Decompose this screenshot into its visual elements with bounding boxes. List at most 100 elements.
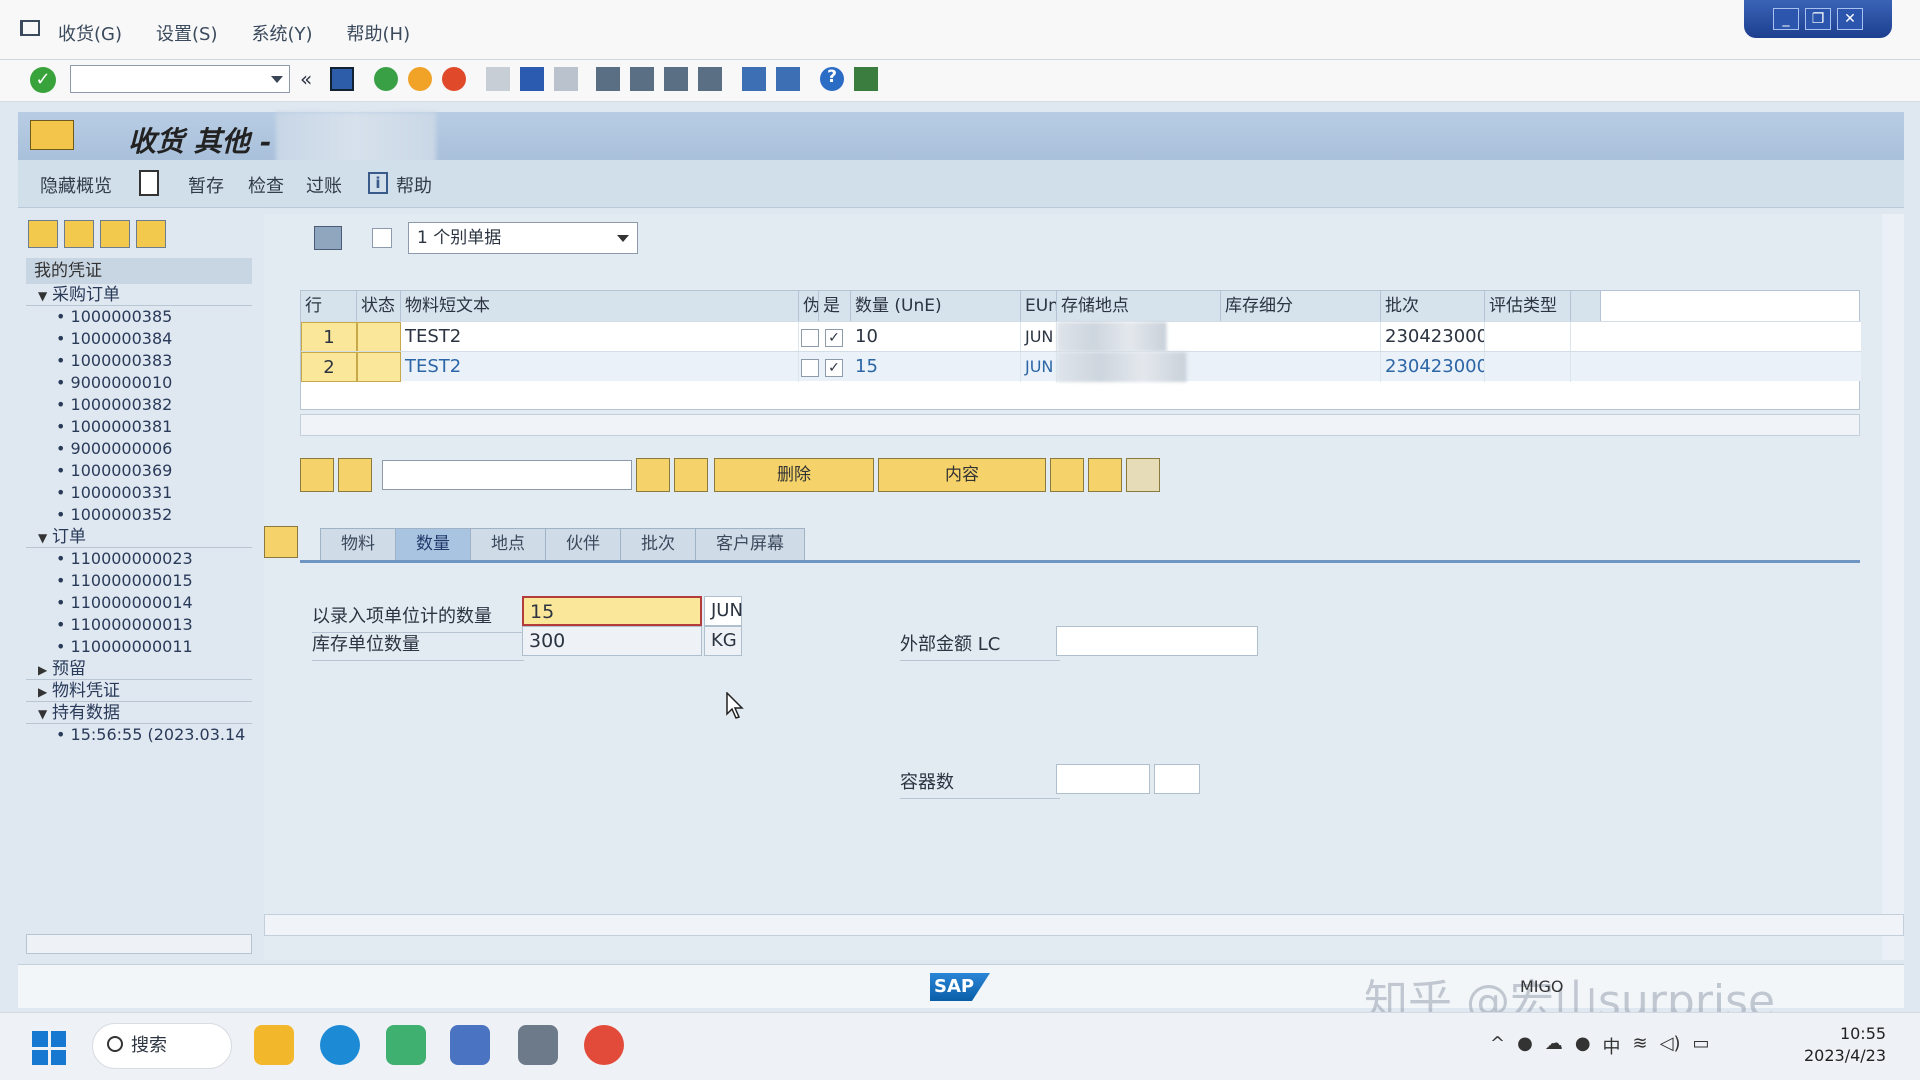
tree-leaf[interactable]: • 1000000382 xyxy=(26,394,252,416)
batch-cell[interactable]: 2304230001 xyxy=(1381,322,1485,352)
enter-check-icon[interactable]: ✓ xyxy=(30,67,56,93)
flag1-checkbox[interactable] xyxy=(801,329,819,347)
item-search-input[interactable] xyxy=(382,460,632,490)
tree-leaf[interactable]: • 15:56:55 (2023.03.14 xyxy=(26,724,252,746)
delete-icon[interactable] xyxy=(100,220,130,248)
previous-page-icon[interactable] xyxy=(630,67,654,91)
chevron-down-icon[interactable] xyxy=(617,235,629,242)
help-button[interactable]: 帮助 xyxy=(396,172,432,198)
qq-icon[interactable]: ● xyxy=(1517,1033,1533,1059)
calculator-icon[interactable] xyxy=(518,1025,558,1065)
menu-settings[interactable]: 设置(S) xyxy=(156,20,217,46)
filter-icon[interactable] xyxy=(338,458,372,492)
back-icon[interactable] xyxy=(374,67,398,91)
menu-system[interactable]: 系统(Y) xyxy=(251,20,312,46)
tab-material[interactable]: 物料 xyxy=(320,528,396,560)
tree-leaf[interactable]: • 1000000385 xyxy=(26,306,252,328)
chevron-down-icon[interactable]: ▼ xyxy=(38,285,52,307)
windows-start-icon[interactable] xyxy=(32,1031,66,1065)
col-header-status[interactable]: 状态 xyxy=(357,291,401,321)
col-header-flag1[interactable]: 伪 xyxy=(799,291,819,321)
hierarchy-icon[interactable] xyxy=(1088,458,1122,492)
ime-indicator[interactable]: 中 xyxy=(1603,1033,1621,1059)
tab-batch[interactable]: 批次 xyxy=(620,528,696,560)
double-chevron-left-icon[interactable]: « xyxy=(300,67,324,91)
expand-icon[interactable] xyxy=(1050,458,1084,492)
file-explorer-icon[interactable] xyxy=(254,1025,294,1065)
chevron-down-icon[interactable] xyxy=(271,76,283,83)
layout-menu-icon[interactable] xyxy=(854,67,878,91)
tab-partner[interactable]: 伙伴 xyxy=(545,528,621,560)
flag1-checkbox[interactable] xyxy=(801,359,819,377)
post-button[interactable]: 过账 xyxy=(306,172,342,198)
chevron-down-icon[interactable]: ▼ xyxy=(38,703,52,725)
find-next-icon[interactable] xyxy=(674,458,708,492)
quantity-cell[interactable]: 15 xyxy=(851,352,1021,382)
tree-node-held-data[interactable]: ▼ 持有数据 xyxy=(26,702,252,724)
unit-cell[interactable]: JUN xyxy=(1021,352,1057,382)
tree-leaf[interactable]: • 110000000023 xyxy=(26,548,252,570)
material-text-cell[interactable]: TEST2 xyxy=(401,322,799,352)
row-line-number[interactable]: 1 xyxy=(301,322,357,352)
quantity-cell[interactable]: 10 xyxy=(851,322,1021,352)
cancel-icon[interactable] xyxy=(442,67,466,91)
find-icon[interactable] xyxy=(636,458,670,492)
command-field[interactable] xyxy=(70,65,290,93)
select-all-checkbox[interactable] xyxy=(372,228,392,248)
battery-icon[interactable]: ▭ xyxy=(1693,1033,1710,1059)
col-header-material-text[interactable]: 物料短文本 xyxy=(401,291,799,321)
tree-leaf[interactable]: • 110000000015 xyxy=(26,570,252,592)
tab-quantity[interactable]: 数量 xyxy=(395,528,471,560)
next-page-icon[interactable] xyxy=(664,67,688,91)
table-row[interactable]: 1 TEST2 ✓ 10 JUN 2304230001 xyxy=(301,321,1861,352)
tree-node-orders[interactable]: ▼ 订单 xyxy=(26,526,252,548)
expand-all-icon[interactable] xyxy=(28,220,58,248)
select-all-icon[interactable] xyxy=(300,458,334,492)
tree-leaf[interactable]: • 9000000010 xyxy=(26,372,252,394)
print-icon[interactable] xyxy=(486,67,510,91)
chevron-right-icon[interactable]: ▶ xyxy=(38,659,52,681)
col-header-stock-segment[interactable]: 库存细分 xyxy=(1221,291,1381,321)
storage-location-cell[interactable] xyxy=(1057,322,1167,352)
collapse-all-icon[interactable] xyxy=(64,220,94,248)
tree-leaf[interactable]: • 1000000383 xyxy=(26,350,252,372)
save-icon[interactable] xyxy=(330,67,354,91)
row-line-number[interactable]: 2 xyxy=(301,352,357,382)
hide-overview-button[interactable]: 隐藏概览 xyxy=(40,172,112,198)
tree-node-purchase-orders[interactable]: ▼ 采购订单 xyxy=(26,284,252,306)
valuation-cell[interactable] xyxy=(1485,352,1571,382)
content-button[interactable]: 内容 xyxy=(878,458,1046,492)
sap-logon-icon[interactable] xyxy=(386,1025,426,1065)
container-unit-input[interactable] xyxy=(1154,764,1200,794)
clock[interactable]: 10:55 2023/4/23 xyxy=(1804,1023,1886,1067)
tree-leaf[interactable]: • 1000000384 xyxy=(26,328,252,350)
chevron-up-icon[interactable]: ^ xyxy=(1490,1033,1505,1059)
tree-leaf[interactable]: • 1000000381 xyxy=(26,416,252,438)
vertical-scrollbar[interactable] xyxy=(1882,214,1904,960)
valuation-cell[interactable] xyxy=(1485,322,1571,352)
close-icon[interactable]: ✕ xyxy=(1837,8,1863,30)
tab-customer-screen[interactable]: 客户屏幕 xyxy=(695,528,805,560)
menu-goods-receipt[interactable]: 收货(G) xyxy=(58,20,122,46)
col-header-flag2[interactable]: 是 xyxy=(819,291,851,321)
sap-gui-icon[interactable] xyxy=(450,1025,490,1065)
edge-browser-icon[interactable] xyxy=(320,1025,360,1065)
tree-node-material-docs[interactable]: ▶ 物料凭证 xyxy=(26,680,252,702)
tree-leaf[interactable]: • 9000000006 xyxy=(26,438,252,460)
batch-cell[interactable]: 2304230002 xyxy=(1381,352,1485,382)
last-page-icon[interactable] xyxy=(698,67,722,91)
cloud-icon[interactable]: ☁ xyxy=(1545,1033,1563,1059)
external-amount-input[interactable] xyxy=(1056,626,1258,656)
find-icon[interactable] xyxy=(520,67,544,91)
help-icon[interactable]: ? xyxy=(820,67,844,91)
print-icon[interactable] xyxy=(314,226,342,250)
wifi-icon[interactable]: ≋ xyxy=(1633,1033,1648,1059)
chevron-right-icon[interactable]: ▶ xyxy=(38,681,52,703)
stock-segment-cell[interactable] xyxy=(1221,352,1381,382)
col-header-valuation[interactable]: 评估类型 xyxy=(1485,291,1571,321)
first-page-icon[interactable] xyxy=(596,67,620,91)
col-header-quantity[interactable]: 数量 (UnE) xyxy=(851,291,1021,321)
col-header-batch[interactable]: 批次 xyxy=(1381,291,1485,321)
material-text-cell[interactable]: TEST2 xyxy=(401,352,799,382)
menu-help[interactable]: 帮助(H) xyxy=(347,20,411,46)
